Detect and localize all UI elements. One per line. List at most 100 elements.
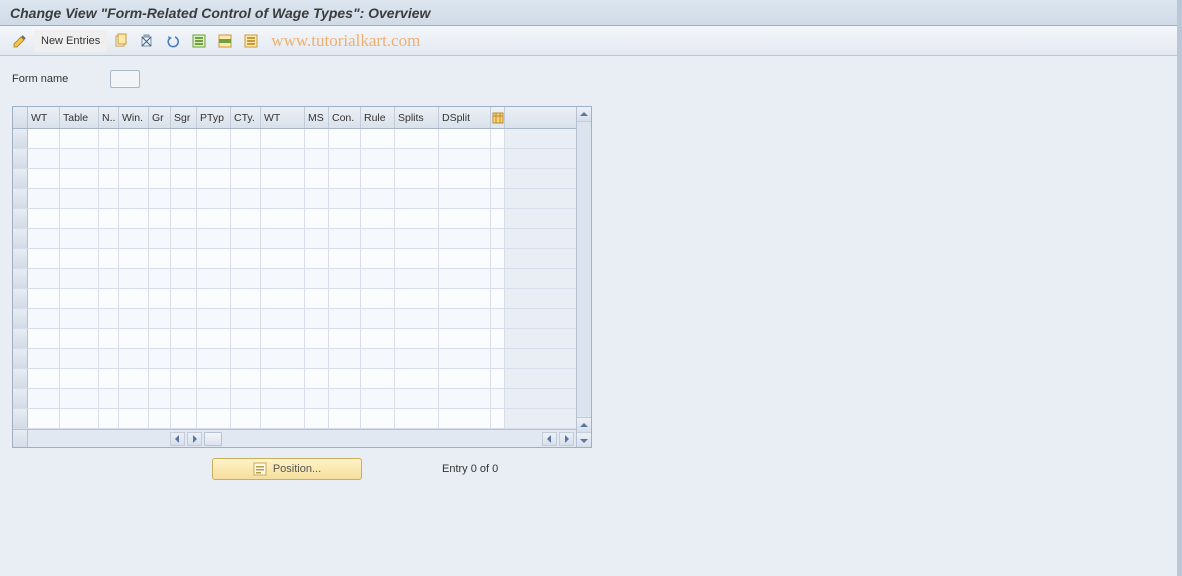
cell[interactable]: [361, 129, 395, 148]
cell[interactable]: [231, 329, 261, 348]
cell[interactable]: [60, 169, 99, 188]
cell[interactable]: [491, 129, 505, 148]
cell[interactable]: [261, 289, 305, 308]
cell[interactable]: [171, 409, 197, 428]
cell[interactable]: [395, 329, 439, 348]
cell[interactable]: [261, 309, 305, 328]
cell[interactable]: [491, 289, 505, 308]
cell[interactable]: [197, 409, 231, 428]
cell[interactable]: [28, 289, 60, 308]
cell[interactable]: [119, 269, 149, 288]
cell[interactable]: [28, 329, 60, 348]
cell[interactable]: [171, 269, 197, 288]
cell[interactable]: [231, 249, 261, 268]
row-selector[interactable]: [13, 389, 28, 408]
undo-button[interactable]: [161, 30, 185, 52]
cell[interactable]: [305, 389, 329, 408]
col-wt[interactable]: WT: [28, 107, 60, 128]
cell[interactable]: [60, 329, 99, 348]
row-selector[interactable]: [13, 249, 28, 268]
cell[interactable]: [119, 229, 149, 248]
cell[interactable]: [261, 329, 305, 348]
cell[interactable]: [361, 309, 395, 328]
delete-button[interactable]: [135, 30, 159, 52]
col-gr[interactable]: Gr: [149, 107, 171, 128]
cell[interactable]: [261, 209, 305, 228]
cell[interactable]: [197, 149, 231, 168]
cell[interactable]: [329, 149, 361, 168]
cell[interactable]: [28, 129, 60, 148]
cell[interactable]: [197, 249, 231, 268]
cell[interactable]: [491, 389, 505, 408]
cell[interactable]: [261, 169, 305, 188]
select-block-button[interactable]: [213, 30, 237, 52]
cell[interactable]: [491, 269, 505, 288]
cell[interactable]: [28, 229, 60, 248]
cell[interactable]: [395, 229, 439, 248]
cell[interactable]: [231, 269, 261, 288]
cell[interactable]: [149, 309, 171, 328]
cell[interactable]: [261, 129, 305, 148]
row-selector[interactable]: [13, 149, 28, 168]
cell[interactable]: [439, 289, 491, 308]
cell[interactable]: [60, 409, 99, 428]
cell[interactable]: [99, 289, 119, 308]
position-button[interactable]: Position...: [212, 458, 362, 480]
cell[interactable]: [28, 209, 60, 228]
cell[interactable]: [28, 189, 60, 208]
cell[interactable]: [60, 189, 99, 208]
cell[interactable]: [60, 249, 99, 268]
cell[interactable]: [261, 369, 305, 388]
cell[interactable]: [119, 169, 149, 188]
cell[interactable]: [231, 129, 261, 148]
cell[interactable]: [171, 369, 197, 388]
cell[interactable]: [149, 169, 171, 188]
cell[interactable]: [305, 409, 329, 428]
cell[interactable]: [439, 269, 491, 288]
cell[interactable]: [329, 389, 361, 408]
cell[interactable]: [361, 389, 395, 408]
cell[interactable]: [99, 229, 119, 248]
cell[interactable]: [99, 349, 119, 368]
configure-columns-button[interactable]: [491, 107, 505, 128]
cell[interactable]: [261, 389, 305, 408]
cell[interactable]: [439, 309, 491, 328]
cell[interactable]: [28, 269, 60, 288]
cell[interactable]: [171, 129, 197, 148]
cell[interactable]: [60, 349, 99, 368]
vscroll-up[interactable]: [577, 107, 591, 122]
cell[interactable]: [99, 329, 119, 348]
cell[interactable]: [28, 349, 60, 368]
cell[interactable]: [439, 209, 491, 228]
cell[interactable]: [491, 189, 505, 208]
cell[interactable]: [231, 349, 261, 368]
select-all-button[interactable]: [187, 30, 211, 52]
cell[interactable]: [60, 209, 99, 228]
cell[interactable]: [60, 129, 99, 148]
col-dsplit[interactable]: DSplit: [439, 107, 491, 128]
cell[interactable]: [197, 209, 231, 228]
col-rule[interactable]: Rule: [361, 107, 395, 128]
cell[interactable]: [28, 169, 60, 188]
cell[interactable]: [119, 129, 149, 148]
cell[interactable]: [491, 309, 505, 328]
cell[interactable]: [231, 149, 261, 168]
row-selector[interactable]: [13, 229, 28, 248]
cell[interactable]: [329, 209, 361, 228]
cell[interactable]: [329, 369, 361, 388]
cell[interactable]: [149, 289, 171, 308]
cell[interactable]: [99, 189, 119, 208]
cell[interactable]: [491, 249, 505, 268]
cell[interactable]: [261, 249, 305, 268]
cell[interactable]: [119, 209, 149, 228]
cell[interactable]: [305, 249, 329, 268]
cell[interactable]: [119, 369, 149, 388]
cell[interactable]: [491, 349, 505, 368]
cell[interactable]: [361, 169, 395, 188]
cell[interactable]: [305, 269, 329, 288]
cell[interactable]: [231, 209, 261, 228]
cell[interactable]: [231, 409, 261, 428]
cell[interactable]: [395, 129, 439, 148]
cell[interactable]: [28, 309, 60, 328]
cell[interactable]: [261, 349, 305, 368]
